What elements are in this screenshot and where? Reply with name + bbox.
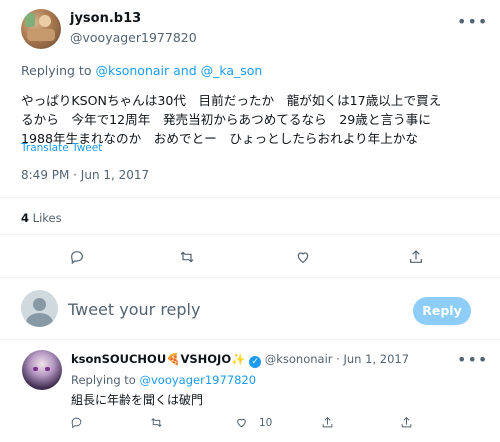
user-avatar: [21, 290, 58, 327]
reply-icon[interactable]: [70, 416, 83, 429]
more-icon[interactable]: •••: [457, 12, 488, 31]
divider: [0, 277, 500, 278]
replying-to-prefix: Replying to: [21, 63, 92, 78]
reply-text: 組長に年齢を聞くは破門: [71, 393, 204, 407]
reply-replying-to-prefix: Replying to: [71, 373, 136, 387]
reply-author-handle[interactable]: @ksononair: [265, 352, 333, 366]
reply-date[interactable]: · Jun 1, 2017: [336, 352, 409, 366]
author-avatar[interactable]: [21, 9, 61, 49]
author-handle[interactable]: @vooyager1977820: [70, 30, 197, 45]
like-icon[interactable]: [295, 249, 311, 265]
tweet-text: やっぱりKSONちゃんは30代 目前だったか 龍が如くは17歳以上で買え るから…: [21, 91, 491, 148]
reply-author-avatar[interactable]: [22, 350, 62, 390]
likes-count: 4: [21, 211, 30, 225]
likes-stat[interactable]: 4 Likes: [21, 211, 62, 225]
reply-replying-to: Replying to @vooyager1977820: [71, 373, 256, 387]
replying-to: Replying to @ksononair and @_ka_son: [21, 63, 262, 78]
share-icon[interactable]: [321, 416, 334, 429]
reply-replying-to-mention[interactable]: @vooyager1977820: [140, 373, 257, 387]
verified-icon: ✓: [249, 356, 262, 368]
reply-author-name[interactable]: ksonSOUCHOU🍕VSHOJO✨: [71, 352, 245, 366]
more-icon[interactable]: •••: [457, 350, 488, 369]
divider: [0, 234, 500, 235]
translate-link[interactable]: Translate Tweet: [21, 142, 102, 154]
tweet-text-line: やっぱりKSONちゃんは30代 目前だったか 龍が如くは17歳以上で買え: [21, 93, 442, 108]
author-name[interactable]: jyson.b13: [70, 11, 141, 26]
divider: [0, 197, 500, 198]
tweet-text-line: るから 今年で12周年 発売当初からあつめてるなら 29歳と言う事に: [21, 112, 431, 127]
reply-like-count: 10: [259, 417, 273, 429]
share-icon[interactable]: [400, 416, 413, 429]
divider: [0, 339, 500, 340]
share-icon[interactable]: [408, 249, 424, 265]
retweet-icon[interactable]: [150, 416, 163, 429]
likes-label: Likes: [32, 211, 62, 225]
reply-header: ksonSOUCHOU🍕VSHOJO✨ ✓ @ksononair · Jun 1…: [71, 352, 409, 368]
reply-icon[interactable]: [69, 249, 85, 265]
replying-to-mentions[interactable]: @ksononair and @_ka_son: [95, 63, 262, 78]
reply-button[interactable]: Reply: [413, 297, 471, 325]
compose-input[interactable]: Tweet your reply: [68, 300, 200, 319]
retweet-icon[interactable]: [179, 249, 195, 265]
like-icon[interactable]: [235, 416, 248, 429]
tweet-timestamp[interactable]: 8:49 PM · Jun 1, 2017: [21, 168, 149, 182]
